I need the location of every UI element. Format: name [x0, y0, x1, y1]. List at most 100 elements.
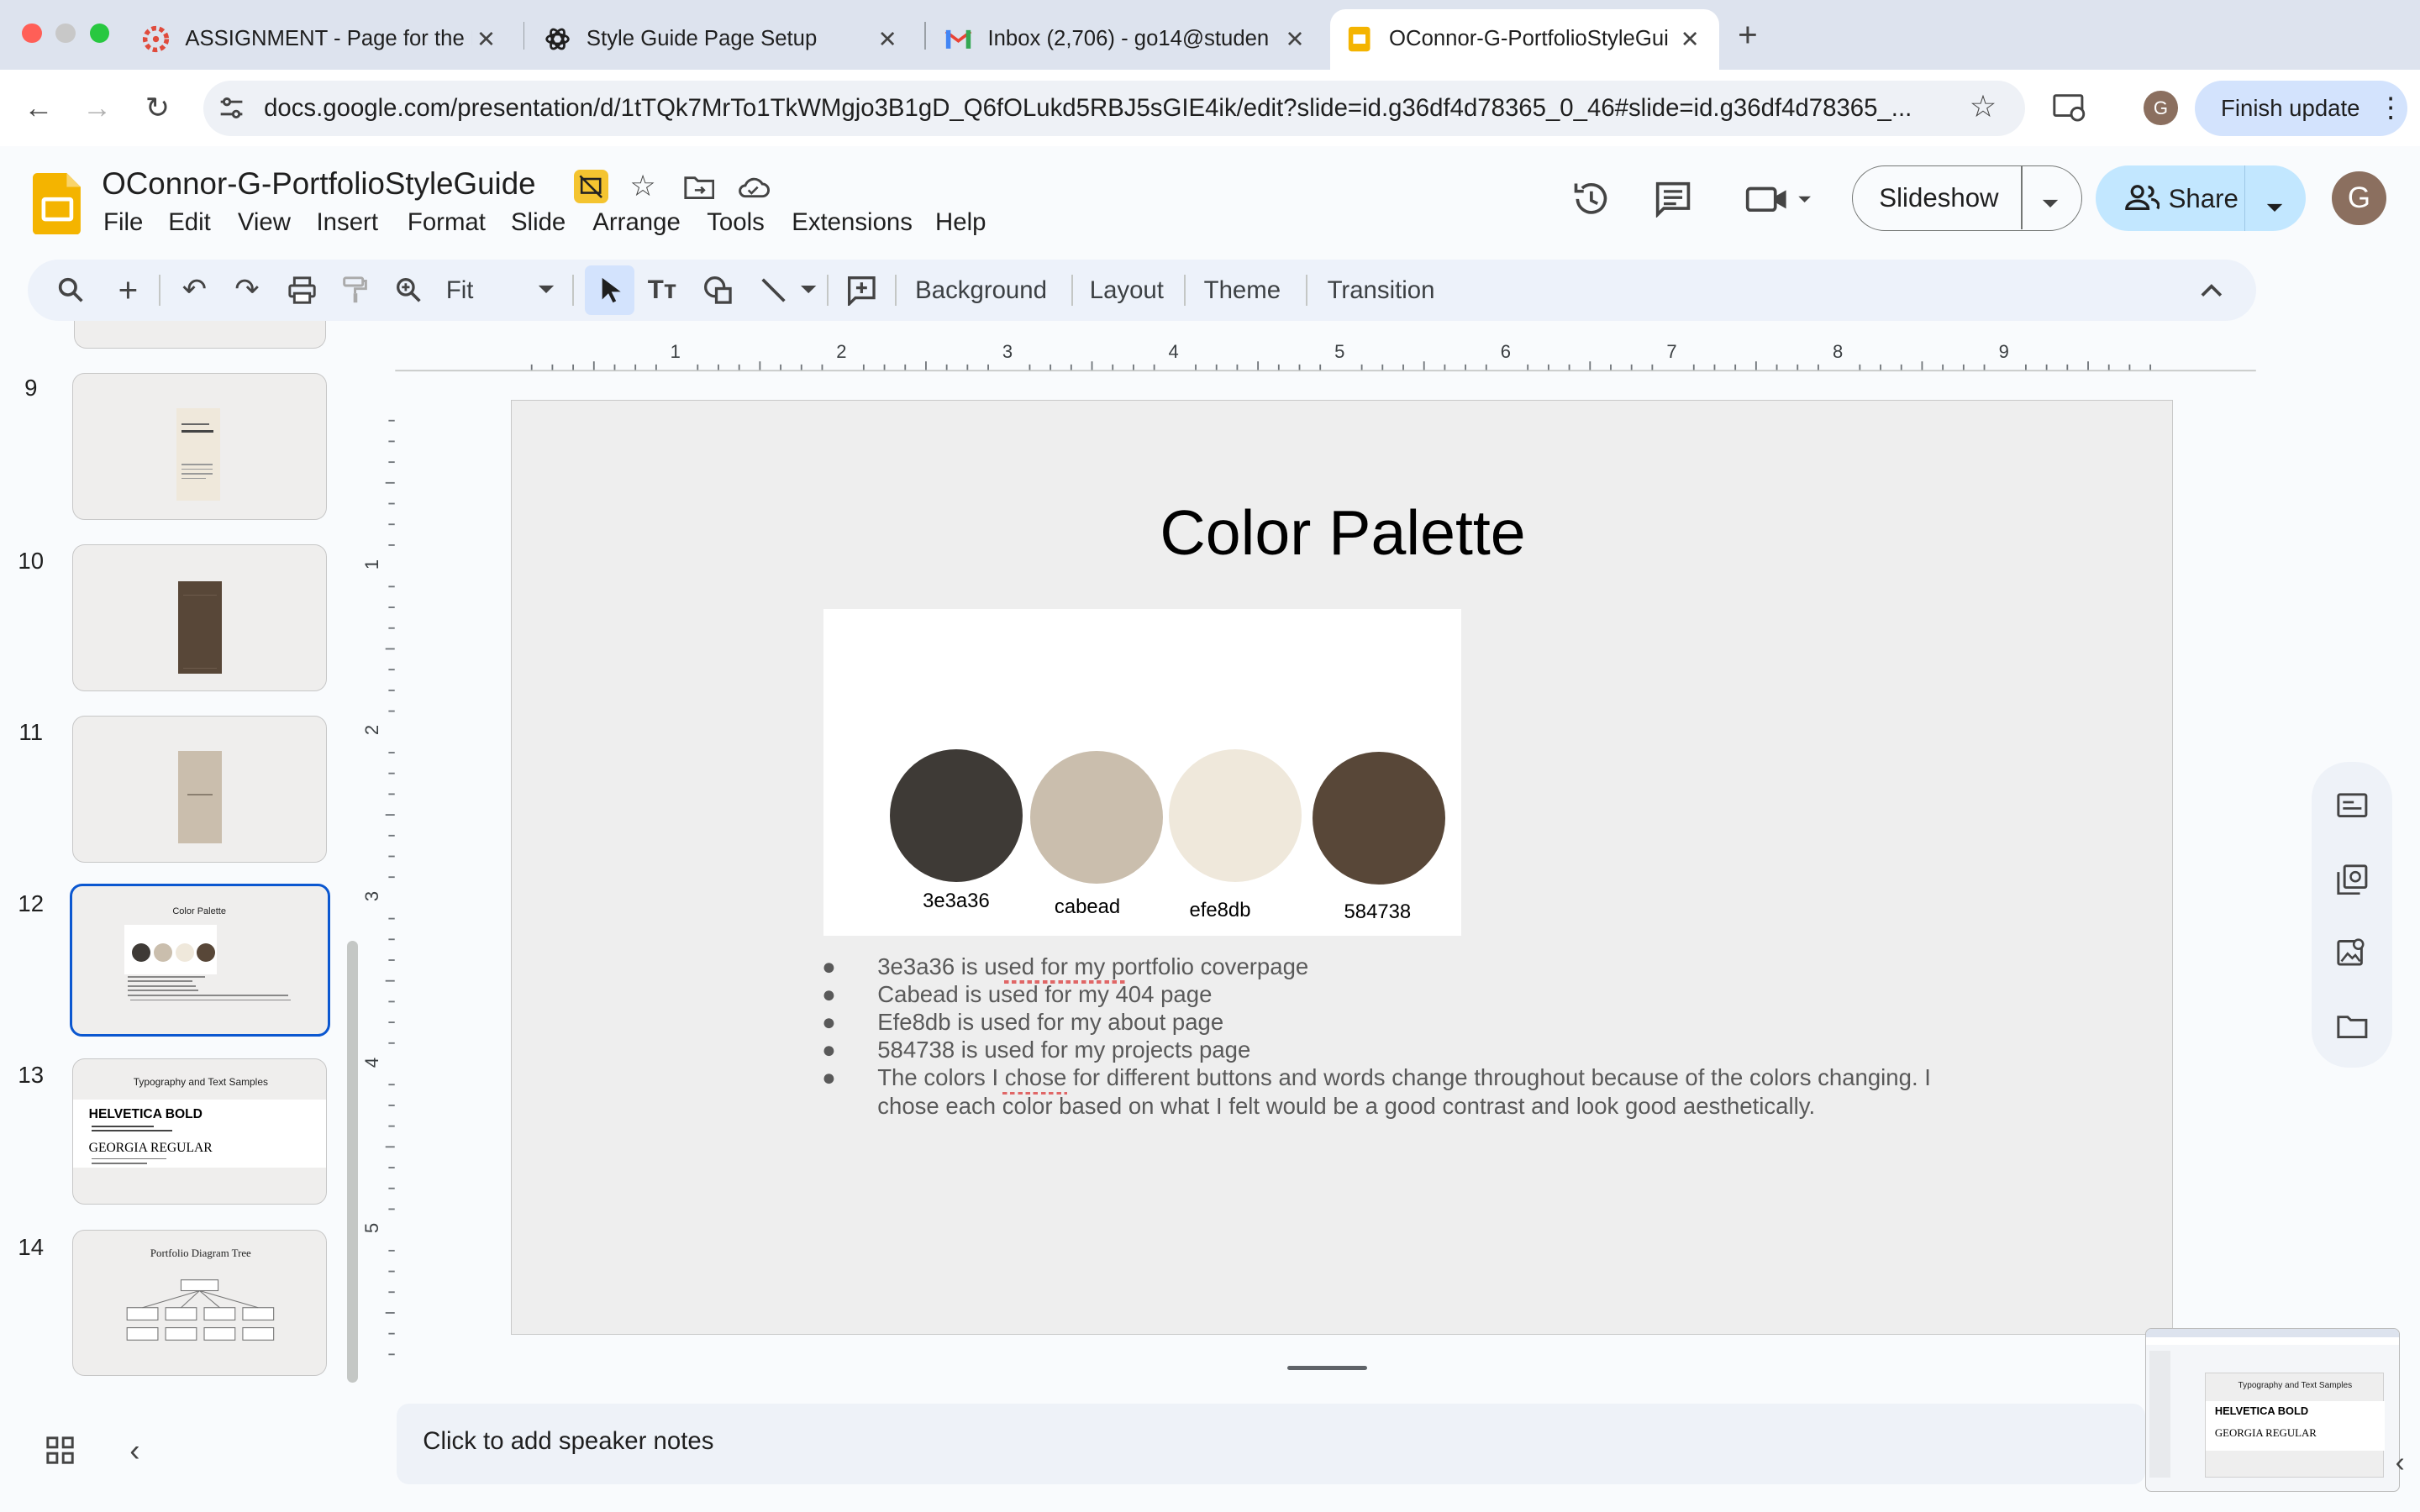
slide-number: 13: [18, 1061, 45, 1088]
close-tab-icon[interactable]: ✕: [874, 26, 902, 53]
slide-library-icon[interactable]: [2337, 864, 2368, 902]
move-folder-icon[interactable]: [684, 175, 715, 206]
slide-canvas[interactable]: Color Palette 3e3a36 cabead efe8db 58473…: [510, 399, 2174, 1335]
filmstrip-scrollbar[interactable]: [347, 941, 359, 1383]
slide-thumbnail-8[interactable]: [74, 321, 326, 349]
minimize-window-button[interactable]: [55, 23, 76, 44]
zoom-dropdown-icon[interactable]: [535, 273, 557, 307]
new-tab-button[interactable]: +: [1738, 15, 1758, 55]
new-slide-icon[interactable]: +: [111, 270, 145, 309]
close-tab-icon[interactable]: ✕: [472, 26, 500, 53]
color-palette-image[interactable]: 3e3a36 cabead efe8db 584738: [823, 608, 1461, 937]
slide-thumbnail-9[interactable]: [72, 373, 328, 520]
folder-icon[interactable]: [2337, 1014, 2368, 1045]
text-box-icon[interactable]: Tт: [645, 273, 679, 307]
collapse-toolbar-icon[interactable]: [2198, 273, 2226, 307]
speaker-notes-icon[interactable]: [2337, 793, 2368, 824]
slideshow-button[interactable]: Slideshow: [1879, 183, 1998, 213]
bookmark-star-icon[interactable]: ☆: [1970, 88, 1997, 124]
reload-icon[interactable]: ↻: [137, 88, 177, 129]
menu-file[interactable]: File: [103, 208, 143, 237]
more-vert-icon[interactable]: ⋮: [2377, 91, 2405, 124]
omnibox[interactable]: docs.google.com/presentation/d/1tTQk7MrT…: [203, 80, 2025, 136]
share-dropdown-icon[interactable]: [2265, 193, 2284, 222]
ruler-label: 4: [1168, 340, 1179, 362]
slide-thumbnail-11[interactable]: [72, 716, 328, 863]
screenshot-preview-thumbnail[interactable]: Typography and Text Samples HELVETICA BO…: [2145, 1328, 2401, 1493]
select-tool-button[interactable]: [585, 265, 634, 315]
thumb-heading: HELVETICA BOLD: [88, 1106, 203, 1121]
zoom-select[interactable]: Fit: [446, 276, 474, 305]
line-dropdown-icon[interactable]: [799, 273, 818, 307]
slides-logo-icon[interactable]: [32, 172, 82, 241]
ruler-label: 1: [670, 340, 681, 362]
grid-view-icon[interactable]: [46, 1436, 74, 1471]
forward-icon[interactable]: →: [77, 88, 118, 129]
slide-number: 11: [18, 718, 44, 745]
menu-arrange[interactable]: Arrange: [592, 208, 681, 237]
undo-icon[interactable]: ↶: [177, 273, 211, 307]
zoom-icon[interactable]: [392, 273, 426, 307]
tab-title: ASSIGNMENT - Page for the P: [185, 27, 473, 51]
thumb-title: Typography and Text Samples: [133, 1076, 268, 1089]
swatch-label: 3e3a36: [923, 889, 990, 912]
version-history-icon[interactable]: [1571, 179, 1612, 226]
menu-insert[interactable]: Insert: [317, 208, 378, 237]
paint-format-icon[interactable]: [338, 273, 371, 307]
thumb-title: Portfolio Diagram Tree: [150, 1247, 251, 1260]
slide-thumbnail-10[interactable]: [72, 544, 328, 691]
star-icon[interactable]: ☆: [629, 170, 655, 203]
redo-icon[interactable]: ↷: [230, 273, 264, 307]
browser-tab-style-guide[interactable]: Style Guide Page Setup ✕: [528, 9, 917, 70]
menu-edit[interactable]: Edit: [168, 208, 211, 237]
menu-help[interactable]: Help: [935, 208, 986, 237]
url-text: docs.google.com/presentation/d/1tTQk7MrT…: [264, 94, 1912, 123]
bullet-icon: ●: [822, 981, 836, 1008]
comments-icon[interactable]: [1655, 181, 1691, 224]
close-tab-icon[interactable]: ✕: [1281, 26, 1309, 53]
finish-update-button[interactable]: Finish update ⋮: [2194, 80, 2408, 136]
cast-icon[interactable]: [2053, 92, 2086, 130]
shape-icon[interactable]: [701, 273, 734, 307]
slide-thumbnail-13[interactable]: Typography and Text Samples HELVETICA BO…: [72, 1058, 328, 1205]
close-window-button[interactable]: [21, 23, 42, 44]
transition-button[interactable]: Transition: [1328, 276, 1435, 305]
theme-button[interactable]: Theme: [1204, 276, 1281, 305]
slides-theme-icon[interactable]: [574, 170, 608, 204]
layout-button[interactable]: Layout: [1090, 276, 1164, 305]
share-button[interactable]: Share: [2169, 184, 2238, 214]
image-search-icon[interactable]: [2337, 937, 2368, 974]
menu-slide[interactable]: Slide: [511, 208, 566, 237]
ruler-label: 2: [836, 340, 847, 362]
slide-thumbnail-14[interactable]: Portfolio Diagram Tree: [72, 1229, 328, 1377]
browser-tab-assignment[interactable]: ASSIGNMENT - Page for the P ✕: [127, 9, 516, 70]
line-icon[interactable]: [756, 273, 790, 307]
close-tab-icon[interactable]: ✕: [1676, 26, 1704, 53]
chevron-left-icon[interactable]: ‹: [2396, 1447, 2405, 1479]
site-settings-icon[interactable]: [218, 94, 245, 129]
notes-resize-handle[interactable]: [1286, 1365, 1368, 1370]
browser-tab-slides[interactable]: OConnor-G-PortfolioStyleGui ✕: [1330, 9, 1720, 70]
document-title[interactable]: OConnor-G-PortfolioStyleGuide: [102, 166, 535, 202]
collapse-filmstrip-icon[interactable]: ‹: [129, 1433, 139, 1468]
background-button[interactable]: Background: [915, 276, 1047, 305]
menu-tools[interactable]: Tools: [707, 208, 765, 237]
slideshow-dropdown-icon[interactable]: [2041, 189, 2060, 218]
search-menus-icon[interactable]: [54, 273, 87, 307]
profile-avatar[interactable]: G: [2144, 91, 2178, 125]
back-icon[interactable]: ←: [18, 88, 59, 129]
add-comment-icon[interactable]: [844, 273, 878, 307]
cloud-saved-icon[interactable]: [736, 175, 771, 206]
slide-title[interactable]: Color Palette: [512, 496, 2170, 569]
account-avatar[interactable]: G: [2332, 171, 2386, 226]
speaker-notes[interactable]: Click to add speaker notes: [397, 1404, 2146, 1484]
menu-view[interactable]: View: [238, 208, 291, 237]
print-icon[interactable]: [286, 273, 319, 307]
canvas-icon: [142, 25, 170, 53]
meet-camera-icon[interactable]: [1744, 184, 1815, 222]
browser-tab-inbox[interactable]: Inbox (2,706) - go14@studen ✕: [929, 9, 1324, 70]
menu-format[interactable]: Format: [408, 208, 486, 237]
slide-thumbnail-12-selected[interactable]: Color Palette: [69, 884, 331, 1037]
slideshow-button-group: Slideshow: [1852, 165, 2082, 232]
menu-extensions[interactable]: Extensions: [792, 208, 913, 237]
